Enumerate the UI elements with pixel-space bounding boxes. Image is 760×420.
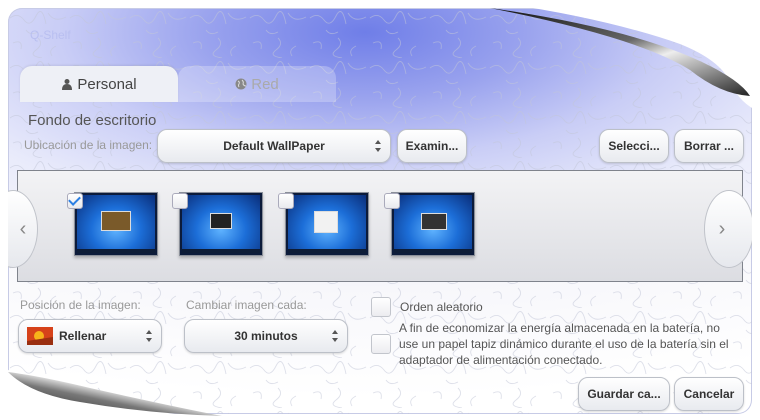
position-select[interactable]: Rellenar [18, 319, 162, 353]
chevron-left-icon: ‹ [19, 217, 27, 240]
location-select[interactable]: Default WallPaper [157, 129, 391, 163]
thumbnail-checkbox[interactable] [278, 193, 294, 209]
wallpaper-settings-window: Q-Shelf Personal Red Fondo de escritorio… [8, 8, 752, 414]
clear-button[interactable]: Borrar ... [674, 129, 744, 163]
updown-arrows-icon [375, 140, 381, 152]
updown-arrows-icon [332, 330, 338, 342]
interval-label: Cambiar imagen cada: [186, 298, 307, 312]
battery-saving-description: A fin de economizar la energía almacenad… [399, 321, 729, 367]
gallery-next-button[interactable]: › [704, 190, 752, 268]
chevron-right-icon: › [718, 217, 726, 240]
cancel-button[interactable]: Cancelar [674, 377, 744, 411]
thumbnail-checkbox[interactable] [67, 193, 83, 209]
select-button[interactable]: Selecci... [599, 129, 669, 163]
tab-personal[interactable]: Personal [20, 66, 178, 102]
battery-saving-checkbox[interactable] [371, 334, 391, 354]
position-label: Posición de la imagen: [20, 298, 141, 312]
location-label: Ubicación de la imagen: [24, 138, 153, 152]
wallpaper-thumbnail[interactable] [74, 192, 158, 256]
window-title: Q-Shelf [30, 28, 71, 42]
save-button[interactable]: Guardar ca... [578, 377, 670, 411]
position-select-value: Rellenar [59, 329, 107, 343]
browse-button[interactable]: Examin... [397, 129, 467, 163]
wallpaper-thumbnail[interactable] [285, 192, 369, 256]
location-select-value: Default WallPaper [223, 139, 325, 153]
tab-bar: Personal Red [20, 66, 340, 102]
tab-personal-label: Personal [77, 75, 137, 93]
updown-arrows-icon [146, 330, 152, 342]
thumbnail-checkbox[interactable] [172, 193, 188, 209]
globe-icon [235, 78, 247, 90]
random-order-label: Orden aleatorio [400, 300, 483, 314]
section-title: Fondo de escritorio [28, 112, 157, 129]
wallpaper-thumbnail[interactable] [179, 192, 263, 256]
thumbnail-checkbox[interactable] [384, 193, 400, 209]
interval-select-value: 30 minutos [234, 329, 298, 343]
wallpaper-thumbnail[interactable] [391, 192, 475, 256]
random-order-checkbox[interactable] [371, 297, 391, 317]
interval-select[interactable]: 30 minutos [184, 319, 348, 353]
fill-preview-icon [27, 327, 53, 345]
tab-red-label: Red [251, 75, 279, 93]
person-icon [62, 79, 73, 90]
tab-red[interactable]: Red [178, 66, 336, 102]
